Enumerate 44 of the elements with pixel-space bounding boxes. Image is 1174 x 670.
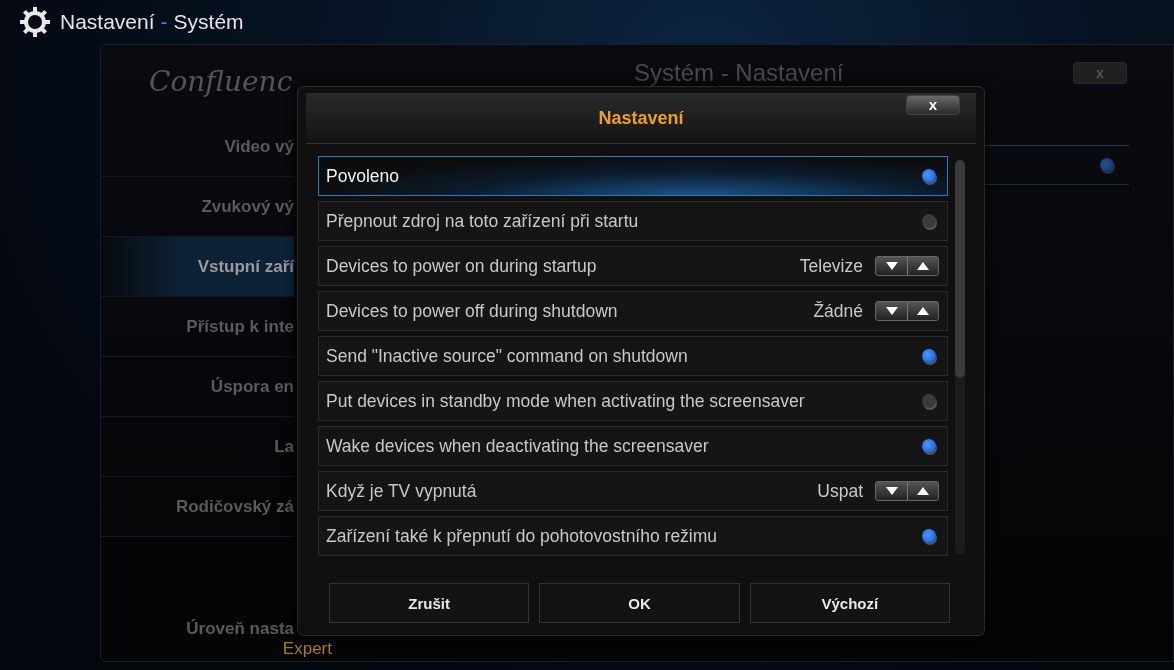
toggle-dot[interactable]	[922, 439, 936, 453]
up-arrow-icon	[917, 262, 929, 270]
down-arrow-icon	[885, 307, 898, 315]
setting-row[interactable]: Přepnout zdroj na toto zařízení při startu	[318, 201, 948, 241]
scrollbar-thumb[interactable]	[955, 160, 965, 378]
spinner-control[interactable]	[875, 481, 939, 501]
setting-row[interactable]: Devices to power off during shutdown Žádné	[318, 291, 948, 331]
header-separator: -	[160, 10, 168, 34]
setting-row[interactable]: Povoleno	[318, 156, 948, 196]
toggle-dot[interactable]	[922, 214, 936, 228]
spinner-control[interactable]	[875, 301, 939, 321]
spinner-control[interactable]	[875, 256, 939, 276]
menu-item[interactable]: Vstupní zaří	[101, 237, 294, 297]
level-value: Expert	[282, 639, 332, 659]
down-arrow-icon	[885, 487, 898, 495]
header-subtitle: Systém	[173, 10, 244, 34]
setting-row[interactable]: Devices to power on during startup Televize	[318, 246, 948, 286]
setting-row[interactable]: Put devices in standby mode when activating the screensaver	[318, 381, 948, 421]
toggle-dot[interactable]	[922, 529, 936, 543]
close-button[interactable]: x	[906, 95, 960, 115]
setting-value: Televize	[799, 255, 863, 277]
logo: Confluenc	[148, 64, 294, 100]
toggle-dot[interactable]	[1100, 158, 1114, 172]
toggle-dot[interactable]	[922, 349, 936, 363]
scrollbar[interactable]	[955, 160, 965, 555]
setting-row[interactable]: Zařízení také k přepnutí do pohotovostního režimu	[318, 516, 948, 556]
setting-row[interactable]: Když je TV vypnutá Uspat	[318, 471, 948, 511]
up-arrow-icon	[917, 307, 929, 315]
up-arrow-icon	[917, 487, 929, 495]
setting-value: Uspat	[817, 480, 863, 502]
setting-row[interactable]: Send "Inactive source" command on shutdown	[318, 336, 948, 376]
level-label: Úroveň nasta	[186, 619, 294, 639]
setting-row[interactable]: Wake devices when deactivating the screensaver	[318, 426, 948, 466]
toggle-dot[interactable]	[922, 394, 936, 408]
down-arrow-icon	[885, 262, 898, 270]
setting-value: Žádné	[813, 300, 863, 322]
gear-icon	[20, 7, 50, 37]
header-title: Nastavení	[60, 10, 155, 34]
dialog-button[interactable]: Výchozí	[749, 583, 950, 623]
panel-title: Systém - Nastavení	[634, 59, 844, 87]
dialog-button[interactable]: OK	[539, 583, 740, 623]
dialog-title: Nastavení	[598, 107, 684, 129]
dialog-button[interactable]: Zrušit	[329, 583, 530, 623]
toggle-dot[interactable]	[922, 169, 936, 183]
